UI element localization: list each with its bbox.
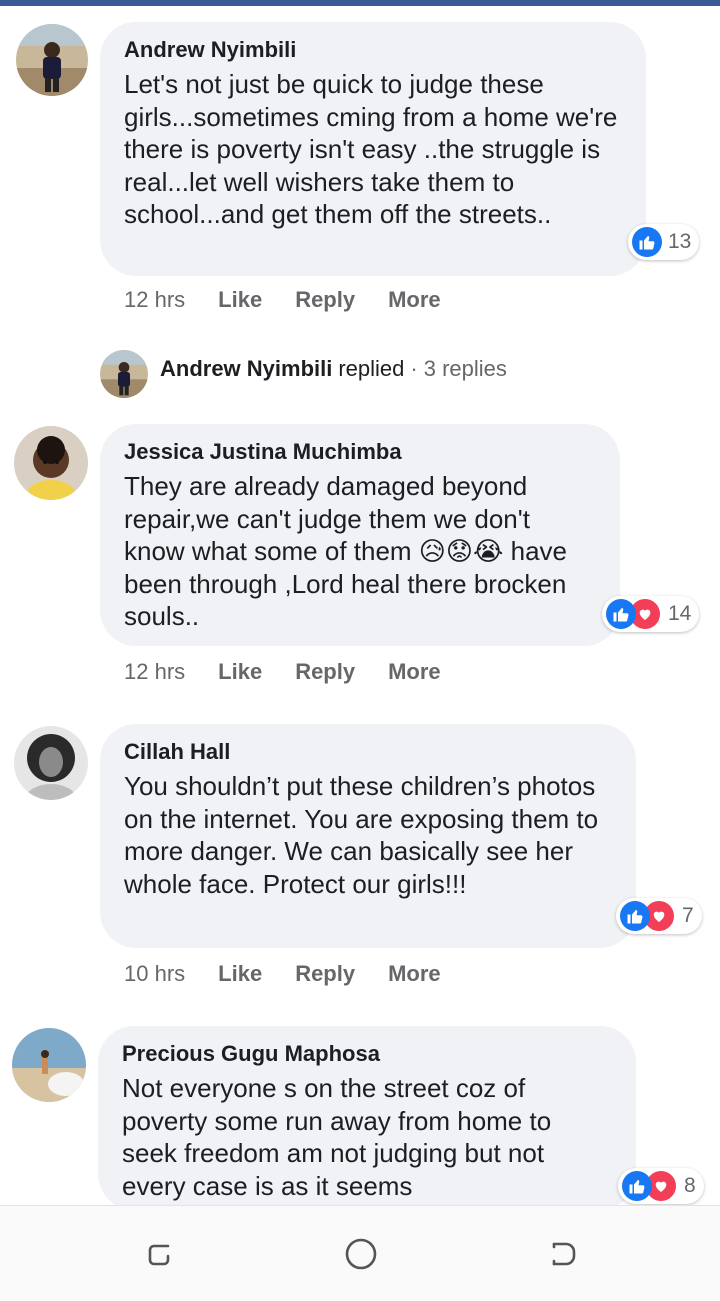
replied-label: replied (338, 356, 405, 381)
reply-avatar[interactable] (100, 350, 148, 398)
comment-author[interactable]: Jessica Justina Muchimba (124, 438, 596, 466)
back-icon[interactable] (546, 1236, 582, 1272)
comment-timestamp[interactable]: 12 hrs (124, 659, 185, 685)
reaction-count: 14 (668, 602, 692, 625)
comment-actions: 10 hrs Like Reply More (124, 961, 474, 987)
comment-author[interactable]: Precious Gugu Maphosa (122, 1040, 612, 1068)
more-button[interactable]: More (388, 659, 441, 685)
like-icon (606, 599, 636, 629)
comment-author[interactable]: Andrew Nyimbili (124, 36, 622, 64)
comment-text: Not everyone s on the street coz of pove… (122, 1073, 552, 1201)
like-icon (632, 227, 662, 257)
more-button[interactable]: More (388, 961, 441, 987)
comment-bubble: Cillah Hall You shouldn’t put these chil… (100, 724, 636, 948)
reaction-summary[interactable]: 8 (618, 1168, 704, 1204)
home-icon[interactable] (343, 1236, 379, 1272)
comment-timestamp[interactable]: 10 hrs (124, 961, 185, 987)
like-icon (622, 1171, 652, 1201)
system-navigation-bar (0, 1205, 720, 1301)
like-button[interactable]: Like (218, 961, 262, 987)
like-button[interactable]: Like (218, 659, 262, 685)
avatar[interactable] (14, 726, 88, 800)
comment-timestamp[interactable]: 12 hrs (124, 287, 185, 313)
recent-apps-icon[interactable] (142, 1236, 178, 1272)
comment-bubble: Andrew Nyimbili Let's not just be quick … (100, 22, 646, 276)
reply-button[interactable]: Reply (295, 287, 355, 313)
avatar[interactable] (12, 1028, 86, 1102)
comment-bubble: Jessica Justina Muchimba They are alread… (100, 424, 620, 646)
comment-actions: 12 hrs Like Reply More (124, 659, 474, 685)
reaction-count: 8 (684, 1174, 696, 1197)
view-replies-link[interactable]: Andrew Nyimbili replied · 3 replies (160, 356, 507, 382)
reply-button[interactable]: Reply (295, 659, 355, 685)
reaction-summary[interactable]: 7 (616, 898, 702, 934)
avatar[interactable] (16, 24, 88, 96)
top-app-bar-edge (0, 0, 720, 6)
separator-dot: · (410, 356, 418, 381)
reaction-summary[interactable]: 13 (628, 224, 700, 260)
like-button[interactable]: Like (218, 287, 262, 313)
reaction-count: 7 (682, 904, 694, 927)
comment-text: They are already damaged beyond repair,w… (124, 471, 567, 631)
comment-author[interactable]: Cillah Hall (124, 738, 612, 766)
replier-name: Andrew Nyimbili (160, 356, 333, 381)
more-button[interactable]: More (388, 287, 441, 313)
comment-text: You shouldn’t put these children’s photo… (124, 771, 599, 899)
comment-actions: 12 hrs Like Reply More (124, 287, 474, 313)
comment-bubble: Precious Gugu Maphosa Not everyone s on … (98, 1026, 636, 1210)
reaction-summary[interactable]: 14 (602, 596, 700, 632)
like-icon (620, 901, 650, 931)
reply-button[interactable]: Reply (295, 961, 355, 987)
reaction-count: 13 (668, 230, 692, 253)
avatar[interactable] (14, 426, 88, 500)
replies-count: 3 replies (423, 356, 507, 381)
comment-text: Let's not just be quick to judge these g… (124, 69, 618, 229)
